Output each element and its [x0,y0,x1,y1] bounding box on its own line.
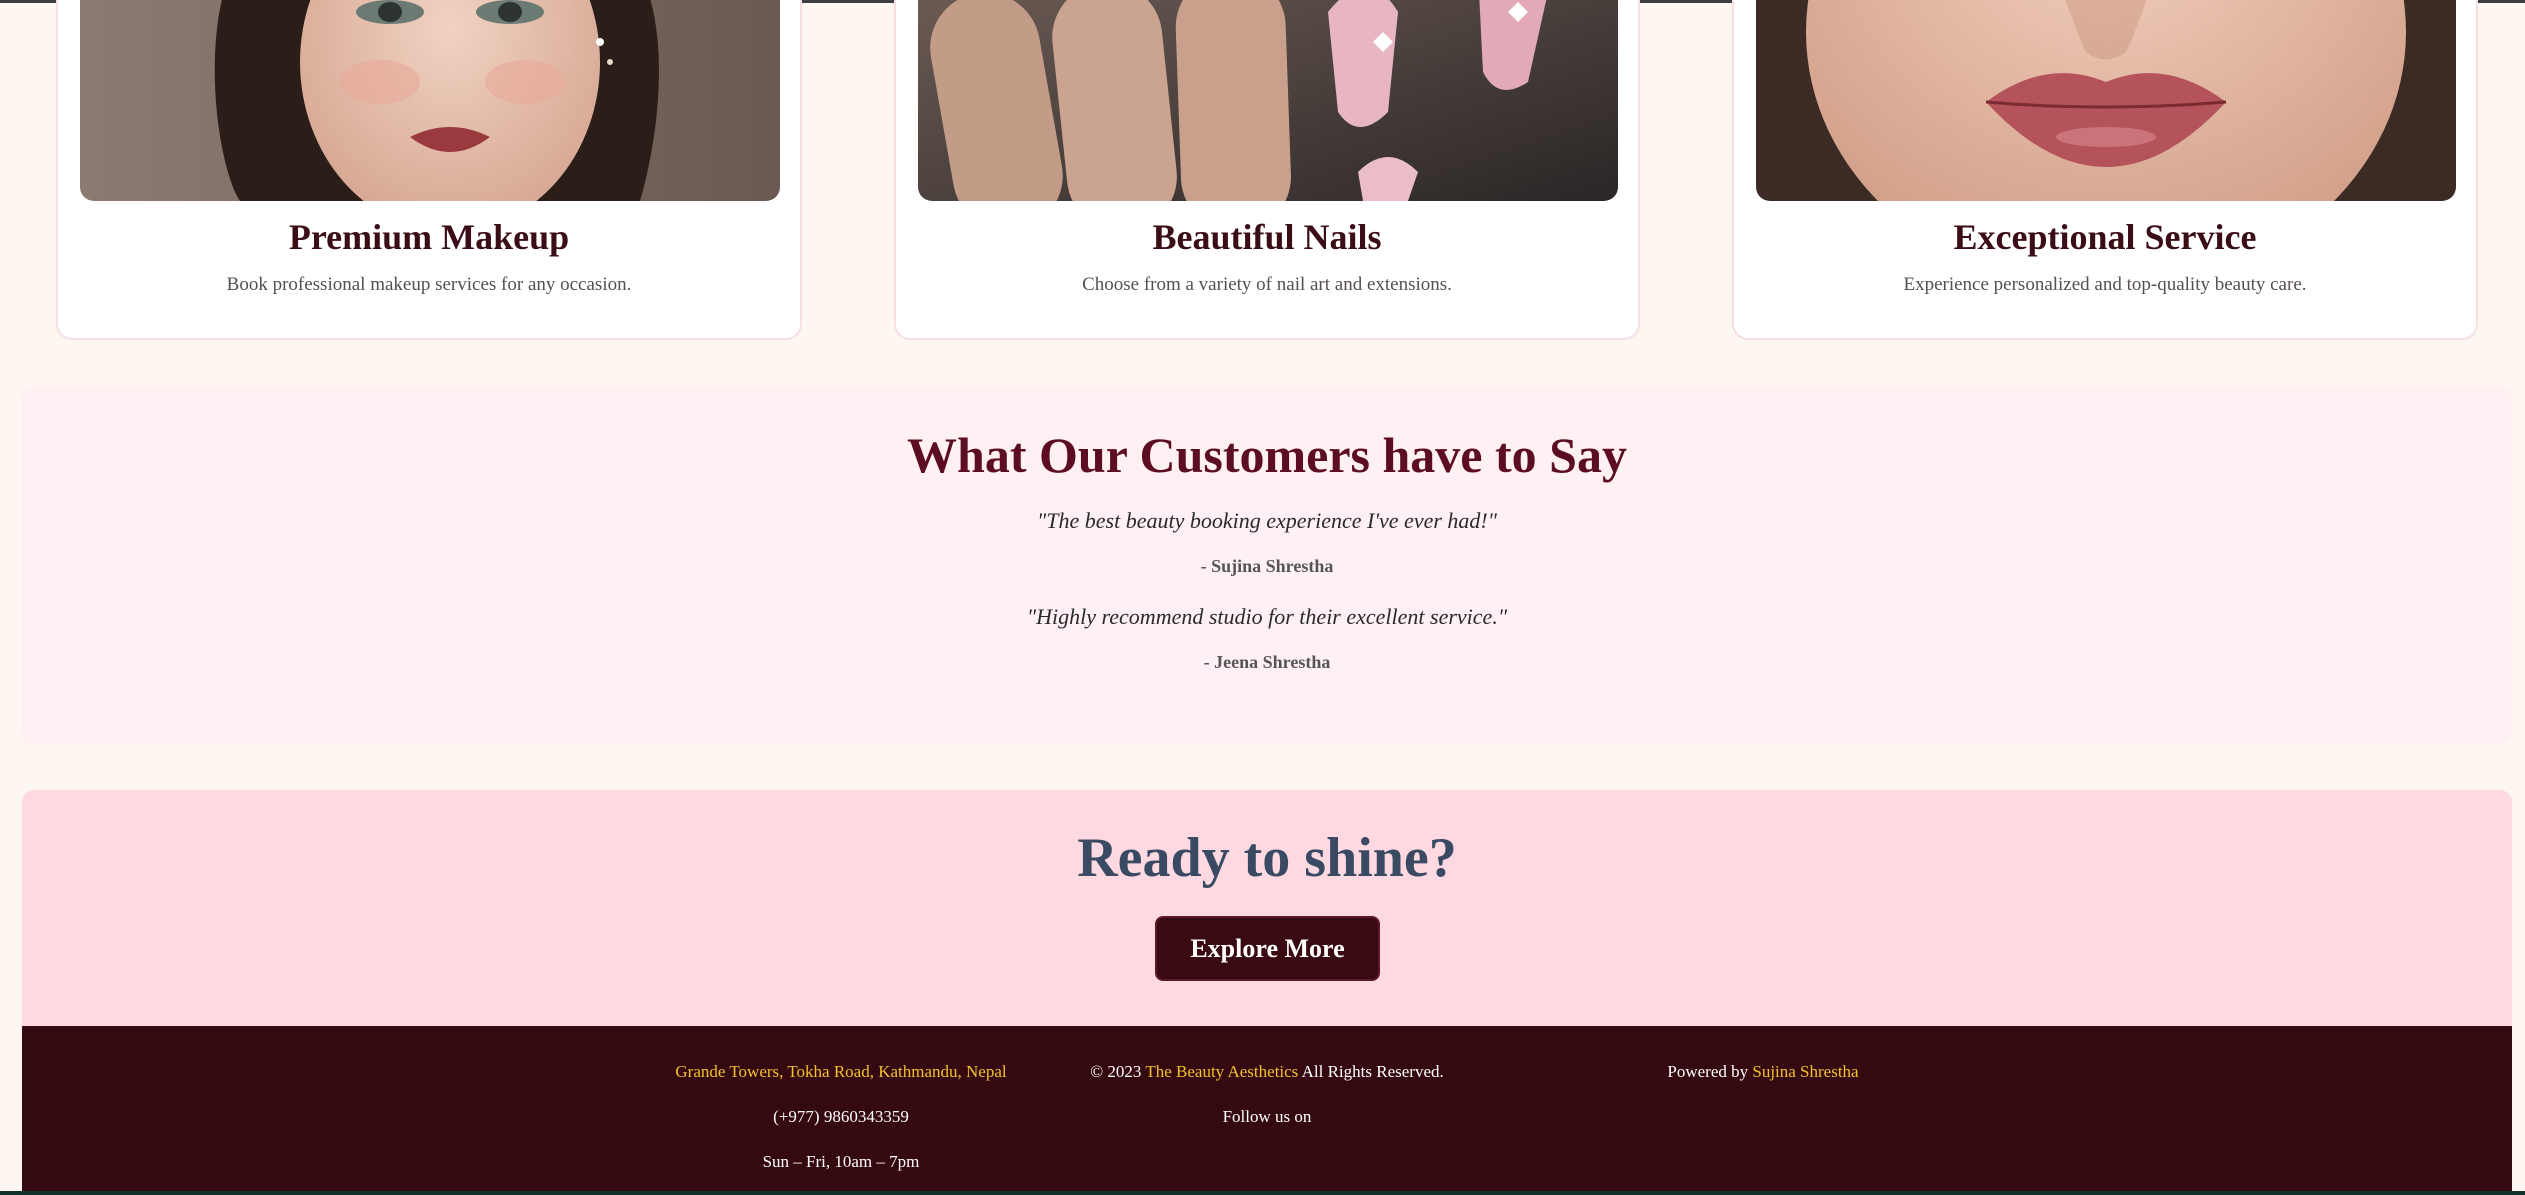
service-card-nails: Beautiful Nails Choose from a variety of… [894,0,1640,340]
copyright-prefix: © 2023 [1090,1062,1142,1081]
testimonials-section: What Our Customers have to Say "The best… [22,386,2512,744]
card-title: Exceptional Service [1953,217,2257,257]
card-description: Experience personalized and top-quality … [1903,274,2307,295]
testimonial-quote: "The best beauty booking experience I've… [1037,508,1497,533]
card-title: Beautiful Nails [1152,217,1382,257]
footer-copyright: © 2023 The Beauty Aesthetics All Rights … [1017,1062,1517,1082]
footer-phone: (+977) 9860343359 [773,1107,909,1126]
service-card-service: Exceptional Service Experience personali… [1732,0,2478,340]
cta-section: Ready to shine? Explore More [22,790,2512,1030]
powered-prefix: Powered by [1667,1062,1749,1081]
testimonial-quote: "Highly recommend studio for their excel… [1026,604,1508,629]
service-card-makeup: Premium Makeup Book professional makeup … [56,0,802,340]
footer-brand-link[interactable]: The Beauty Aesthetics [1145,1062,1298,1081]
testimonial-author: - Jeena Shrestha [1203,652,1331,672]
window-bottom-border [0,1191,2525,1195]
footer-address-link[interactable]: Grande Towers, Tokha Road, Kathmandu, Ne… [591,1062,1091,1082]
page: Premium Makeup Book professional makeup … [0,0,2525,1195]
makeup-photo [80,0,780,201]
card-description: Book professional makeup services for an… [226,274,632,295]
footer-author-link[interactable]: Sujina Shrestha [1752,1062,1858,1081]
footer: Grande Towers, Tokha Road, Kathmandu, Ne… [22,1026,2512,1195]
nails-photo [918,0,1618,201]
card-description: Choose from a variety of nail art and ex… [1082,274,1452,295]
cta-heading: Ready to shine? [1077,827,1457,889]
testimonial-author: - Sujina Shrestha [1200,556,1334,576]
footer-follow-us: Follow us on [1222,1107,1312,1126]
footer-hours: Sun – Fri, 10am – 7pm [762,1152,920,1171]
copyright-suffix: All Rights Reserved. [1301,1062,1444,1081]
testimonials-heading: What Our Customers have to Say [907,427,1627,483]
explore-more-button[interactable]: Explore More [1155,916,1380,981]
card-title: Premium Makeup [288,217,570,257]
lips-photo [1756,0,2456,201]
footer-powered-by: Powered by Sujina Shrestha [1513,1062,2013,1082]
